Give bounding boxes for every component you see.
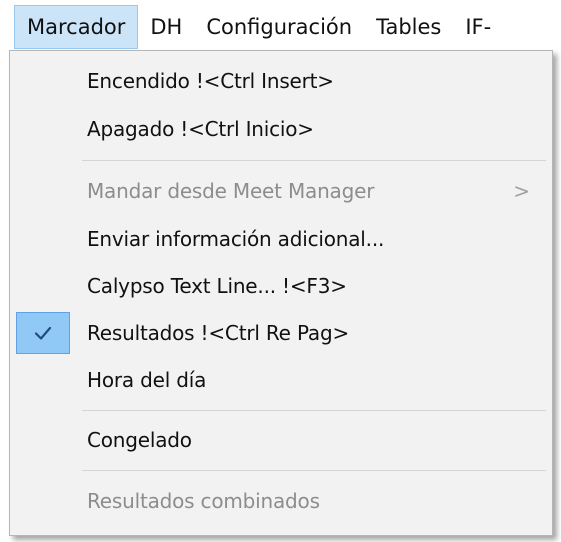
- check-area: [16, 218, 70, 260]
- menu-item-label: Apagado !<Ctrl Inicio>: [87, 117, 314, 141]
- menu-separator: [82, 470, 546, 471]
- check-area: [16, 60, 70, 102]
- menu-separator: [82, 410, 546, 411]
- check-area: [16, 265, 70, 307]
- menu-item-calypso-text-line[interactable]: Calypso Text Line... !<F3>: [14, 262, 548, 310]
- check-area: [16, 108, 70, 150]
- menu-item-apagado[interactable]: Apagado !<Ctrl Inicio>: [14, 105, 548, 153]
- menu-item-label: Congelado: [87, 428, 192, 452]
- menu-item-mandar-desde-meet-manager: Mandar desde Meet Manager >: [14, 167, 548, 215]
- menu-item-congelado[interactable]: Congelado: [14, 416, 548, 464]
- menu-item-enviar-informacion[interactable]: Enviar información adicional...: [14, 215, 548, 263]
- menu-item-resultados-combinados: Resultados combinados: [14, 477, 548, 525]
- menu-item-encendido[interactable]: Encendido !<Ctrl Insert>: [14, 57, 548, 105]
- menu-item-label: Encendido !<Ctrl Insert>: [87, 69, 334, 93]
- check-area: [16, 419, 70, 461]
- menu-item-label: Hora del día: [87, 368, 207, 392]
- marcador-dropdown-menu: Encendido !<Ctrl Insert> Apagado !<Ctrl …: [9, 50, 553, 536]
- menu-item-label: Resultados combinados: [87, 489, 320, 513]
- menu-item-label: Calypso Text Line... !<F3>: [87, 274, 347, 298]
- menu-item-label: Mandar desde Meet Manager: [87, 179, 375, 203]
- menu-tables[interactable]: Tables: [364, 5, 453, 49]
- menu-if[interactable]: IF-: [453, 5, 503, 49]
- app-window: Marcador DH Configuración Tables IF- Enc…: [0, 0, 561, 542]
- menu-bar: Marcador DH Configuración Tables IF-: [0, 0, 561, 54]
- menu-separator: [82, 160, 546, 161]
- chevron-right-icon: >: [513, 179, 530, 203]
- menu-item-hora-del-dia[interactable]: Hora del día: [14, 356, 548, 404]
- menu-item-label: Resultados !<Ctrl Re Pag>: [87, 321, 350, 345]
- menu-item-label: Enviar información adicional...: [87, 227, 385, 251]
- checkmark-icon: [34, 326, 52, 340]
- check-area: [16, 480, 70, 522]
- check-area: [16, 312, 70, 354]
- menu-marcador[interactable]: Marcador: [14, 5, 139, 49]
- check-area: [16, 170, 70, 212]
- menu-dh[interactable]: DH: [138, 5, 194, 49]
- menu-item-resultados[interactable]: Resultados !<Ctrl Re Pag>: [14, 309, 548, 357]
- check-area: [16, 359, 70, 401]
- menu-configuracion[interactable]: Configuración: [194, 5, 364, 49]
